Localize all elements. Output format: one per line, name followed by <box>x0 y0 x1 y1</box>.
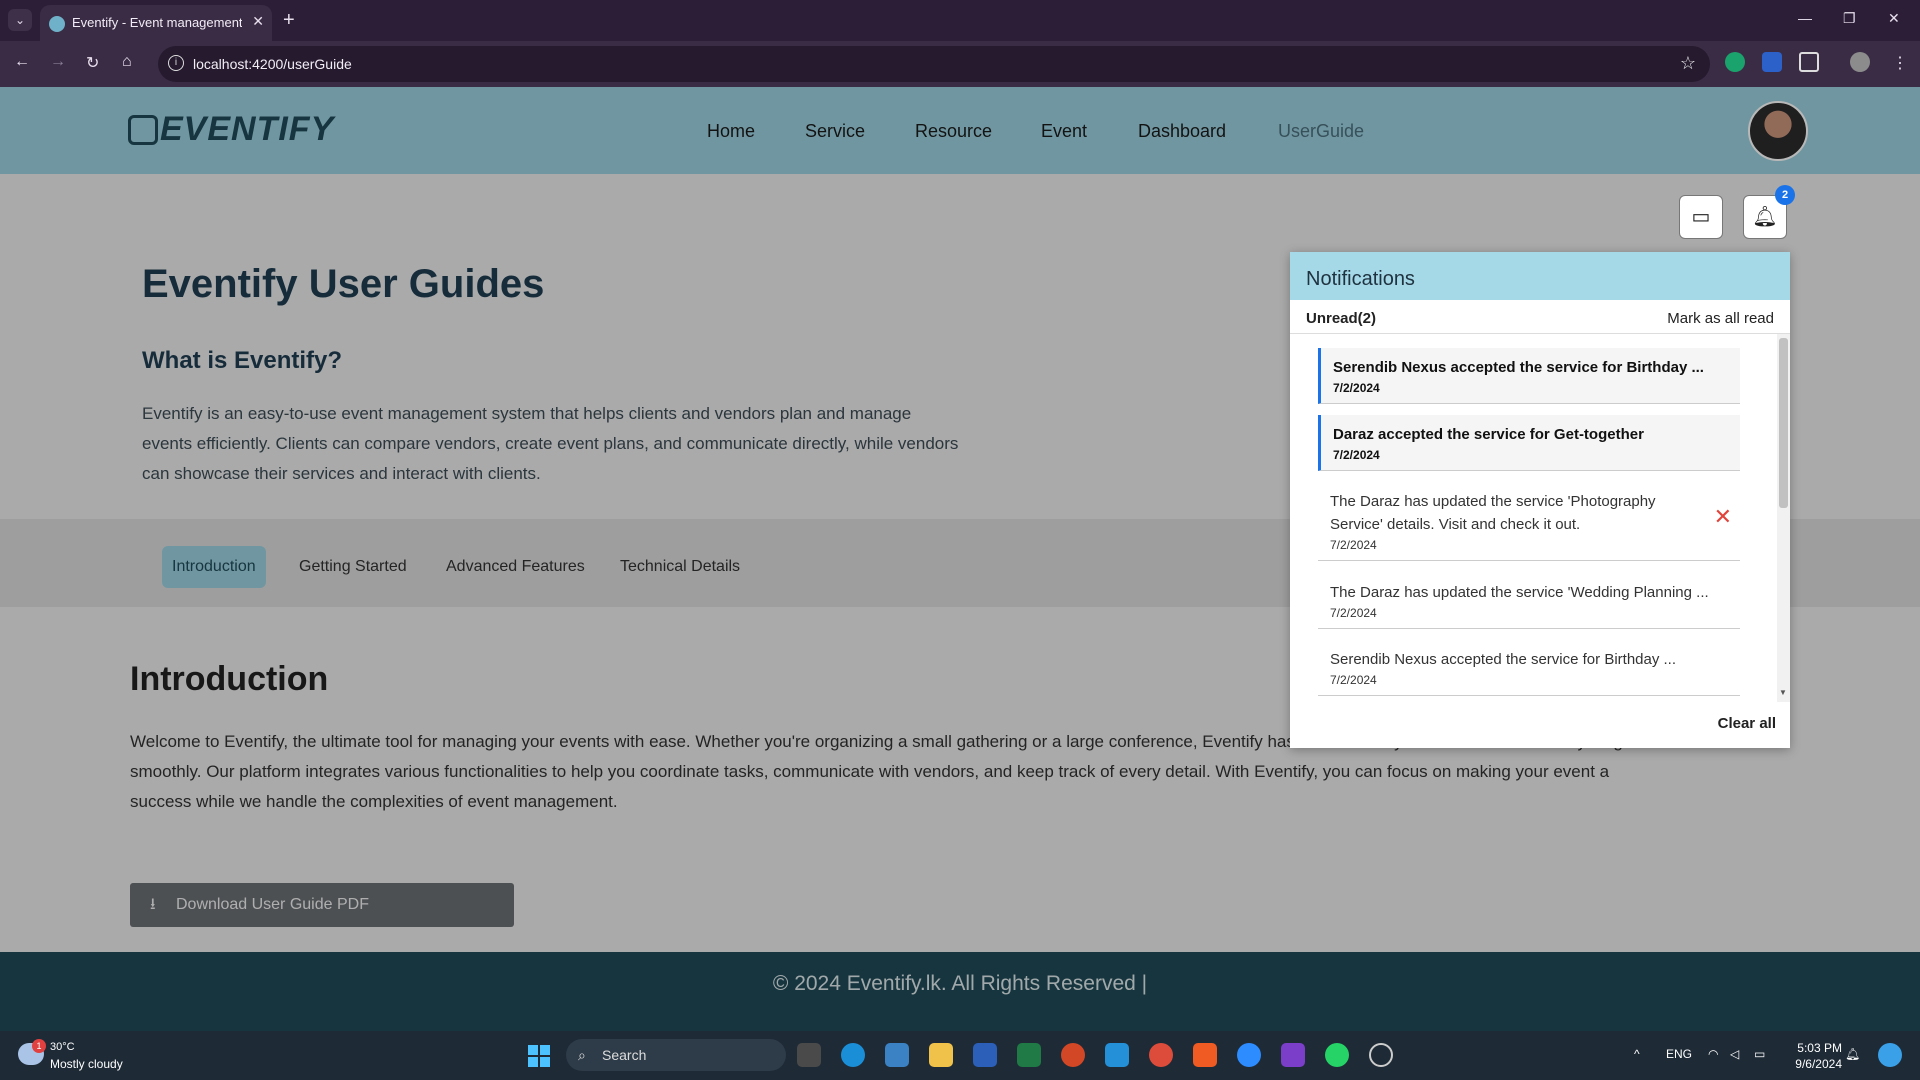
notification-item[interactable]: Serendib Nexus accepted the service for … <box>1318 348 1740 404</box>
taskbar: 1 30°C Mostly cloudy ⌕ Search ^ ENG ◠ ◁ … <box>0 1031 1920 1080</box>
taskbar-search[interactable]: ⌕ Search <box>566 1039 786 1071</box>
whatsapp-icon[interactable] <box>1325 1043 1349 1067</box>
clock-time[interactable]: 5:03 PM <box>1790 1041 1842 1055</box>
notification-date: 7/2/2024 <box>1330 538 1377 552</box>
search-icon: ⌕ <box>578 1047 586 1063</box>
notification-center-icon[interactable]: 🔔︎ <box>1845 1047 1860 1061</box>
scrollbar-thumb[interactable] <box>1779 338 1788 508</box>
notifications-panel: Notifications Unread(2) Mark as all read… <box>1290 252 1790 748</box>
notifications-title: Notifications <box>1290 252 1790 300</box>
notification-list: Serendib Nexus accepted the service for … <box>1290 334 1790 702</box>
weather-badge: 1 <box>32 1039 46 1053</box>
brave-icon[interactable] <box>1193 1043 1217 1067</box>
notification-text: The Daraz has updated the service 'Photo… <box>1330 493 1656 533</box>
store-icon[interactable] <box>885 1043 909 1067</box>
weather-temperature[interactable]: 30°C <box>50 1041 75 1053</box>
browser-tab[interactable]: Eventify - Event management s ✕ <box>40 5 272 41</box>
notification-date: 7/2/2024 <box>1333 448 1380 462</box>
close-tab-icon[interactable]: ✕ <box>252 13 264 30</box>
new-tab-button[interactable]: + <box>283 9 295 32</box>
bookmark-star-icon[interactable]: ☆ <box>1680 53 1696 74</box>
wifi-icon[interactable]: ◠ <box>1708 1047 1718 1061</box>
delete-notification-icon[interactable]: ✕ <box>1714 504 1732 530</box>
powerpoint-icon[interactable] <box>1061 1043 1085 1067</box>
obs-icon[interactable] <box>1369 1043 1393 1067</box>
battery-icon[interactable]: ▭ <box>1754 1047 1765 1061</box>
notification-text: Daraz accepted the service for Get-toget… <box>1333 426 1644 443</box>
tab-title: Eventify - Event management s <box>72 15 242 30</box>
forward-icon[interactable]: → <box>50 53 66 71</box>
tab-search-button[interactable]: ⌄ <box>8 9 32 31</box>
search-label: Search <box>602 1047 647 1063</box>
browser-toolbar: ← → ↻ ⌂ i localhost:4200/userGuide ☆ <box>0 41 1920 87</box>
weather-condition[interactable]: Mostly cloudy <box>50 1057 123 1071</box>
task-view-icon[interactable] <box>797 1043 821 1067</box>
notification-text: Serendib Nexus accepted the service for … <box>1330 651 1677 668</box>
volume-icon[interactable]: ◁ <box>1730 1047 1739 1061</box>
clock-date[interactable]: 9/6/2024 <box>1776 1057 1842 1071</box>
extensions-puzzle-icon[interactable] <box>1799 52 1819 72</box>
visual-studio-icon[interactable] <box>1281 1043 1305 1067</box>
vscode-icon[interactable] <box>1105 1043 1129 1067</box>
notifications-subheader: Unread(2) Mark as all read <box>1290 300 1790 334</box>
home-icon[interactable]: ⌂ <box>122 53 132 71</box>
clear-all-button[interactable]: Clear all <box>1718 715 1776 732</box>
reload-icon[interactable]: ↻ <box>86 53 99 73</box>
notification-text: Serendib Nexus accepted the service for … <box>1333 359 1704 376</box>
zoom-icon[interactable] <box>1237 1043 1261 1067</box>
scroll-down-arrow-icon[interactable]: ▼ <box>1779 688 1787 697</box>
minimize-button[interactable]: — <box>1798 10 1812 26</box>
bell-icon: 🔔︎ <box>1752 206 1778 228</box>
chat-icon: ▭ <box>1691 206 1711 228</box>
notification-text: The Daraz has updated the service 'Weddi… <box>1330 584 1709 601</box>
profile-icon[interactable] <box>1850 52 1870 72</box>
notification-date: 7/2/2024 <box>1333 381 1380 395</box>
favicon-icon <box>49 16 65 32</box>
site-info-icon[interactable]: i <box>168 55 184 71</box>
restore-button[interactable]: ❐ <box>1843 10 1856 27</box>
unread-count: Unread(2) <box>1306 310 1377 327</box>
address-bar[interactable]: i localhost:4200/userGuide ☆ <box>158 46 1710 82</box>
back-icon[interactable]: ← <box>14 53 30 71</box>
notification-item[interactable]: The Daraz has updated the service 'Photo… <box>1318 482 1740 561</box>
file-explorer-icon[interactable] <box>929 1043 953 1067</box>
extension-icon[interactable] <box>1762 52 1782 72</box>
browser-tab-bar: ⌄ Eventify - Event management s ✕ + — ❐ … <box>0 0 1920 41</box>
notification-date: 7/2/2024 <box>1330 673 1377 687</box>
word-icon[interactable] <box>973 1043 997 1067</box>
notification-item[interactable]: Daraz accepted the service for Get-toget… <box>1318 415 1740 471</box>
copilot-icon[interactable] <box>1878 1043 1902 1067</box>
chat-button[interactable]: ▭ <box>1679 195 1723 239</box>
windows-start-icon[interactable] <box>528 1045 550 1067</box>
close-window-button[interactable]: ✕ <box>1888 10 1900 27</box>
browser-menu-icon[interactable]: ⋮ <box>1892 53 1908 73</box>
edge-icon[interactable] <box>841 1043 865 1067</box>
notification-count-badge: 2 <box>1775 185 1795 205</box>
url-text: localhost:4200/userGuide <box>193 56 352 72</box>
notification-item[interactable]: The Daraz has updated the service 'Weddi… <box>1318 573 1740 629</box>
chrome-icon[interactable] <box>1149 1043 1173 1067</box>
excel-icon[interactable] <box>1017 1043 1041 1067</box>
notification-date: 7/2/2024 <box>1330 606 1377 620</box>
mark-all-read-button[interactable]: Mark as all read <box>1667 310 1774 327</box>
tray-overflow-icon[interactable]: ^ <box>1634 1047 1640 1061</box>
grammarly-extension-icon[interactable] <box>1725 52 1745 72</box>
notification-item[interactable]: Serendib Nexus accepted the service for … <box>1318 640 1740 696</box>
language-indicator[interactable]: ENG <box>1666 1047 1692 1061</box>
